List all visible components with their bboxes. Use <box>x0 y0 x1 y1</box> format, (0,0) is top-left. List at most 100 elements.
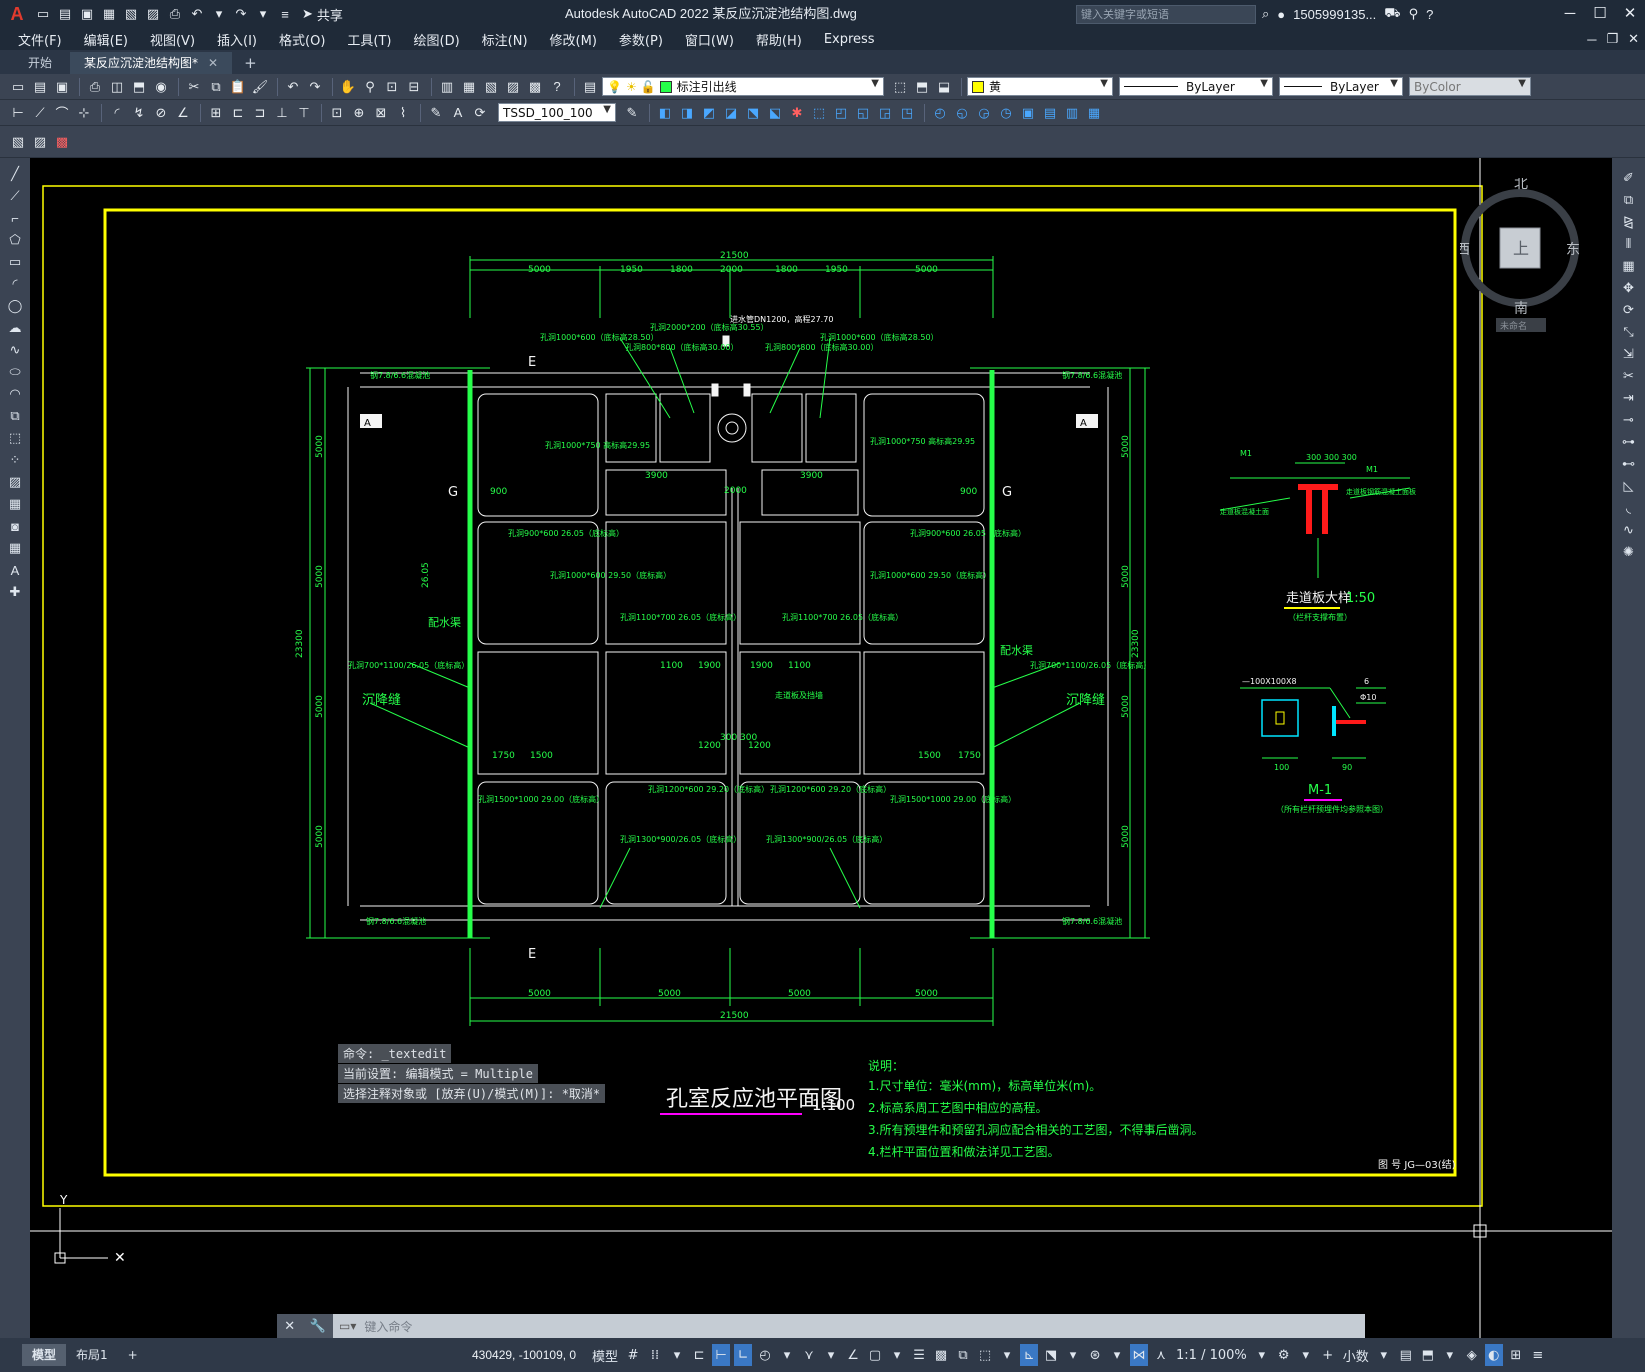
save-icon[interactable]: ▣ <box>52 77 72 97</box>
zoom-previous-icon[interactable]: ⊟ <box>404 77 424 97</box>
ellipse-arc-icon[interactable]: ◠ <box>5 384 25 404</box>
tssd-tool-11-icon[interactable]: ◲ <box>875 103 895 123</box>
doc-minimize-icon[interactable]: ─ <box>1587 32 1596 47</box>
qnew-icon[interactable]: ▭ <box>8 77 28 97</box>
tssd-tool-16-icon[interactable]: ◷ <box>996 103 1016 123</box>
mtext-icon[interactable]: A <box>5 560 25 580</box>
plot-icon[interactable]: ⎙ <box>85 77 105 97</box>
workspace-icon[interactable]: ⚙ <box>1275 1344 1293 1366</box>
erase-icon[interactable]: ✐ <box>1619 168 1639 188</box>
tab-close-icon[interactable]: ✕ <box>208 56 218 70</box>
tssd-tool-1-icon[interactable]: ◧ <box>655 103 675 123</box>
redo-dropdown-icon[interactable]: ▾ <box>254 5 272 23</box>
polar-dropdown-icon[interactable]: ▾ <box>778 1344 796 1366</box>
tssd-tool-9-icon[interactable]: ◰ <box>831 103 851 123</box>
dim-break-icon[interactable]: ⊤ <box>294 103 314 123</box>
join-icon[interactable]: ⊷ <box>1619 454 1639 474</box>
scale-icon[interactable]: ⤡ <box>1619 322 1639 342</box>
plotstyle-dropdown[interactable]: ByColor ▼ <box>1409 77 1531 96</box>
tssd-tool-8-icon[interactable]: ⬚ <box>809 103 829 123</box>
spline-icon[interactable]: ∿ <box>5 340 25 360</box>
autocad-logo-icon[interactable]: A <box>0 0 34 28</box>
polar-icon[interactable]: ◴ <box>756 1344 774 1366</box>
menu-file[interactable]: 文件(F) <box>18 30 62 49</box>
3d-osnap-dropdown-icon[interactable]: ▾ <box>998 1344 1016 1366</box>
annotation-scale-dropdown-icon[interactable]: ▾ <box>1253 1344 1271 1366</box>
layer-state-icon[interactable]: ⬓ <box>934 77 954 97</box>
layer-dropdown[interactable]: 💡 ☀ 🔓 标注引出线 ▼ <box>602 77 884 96</box>
blend-icon[interactable]: ∿ <box>1619 520 1639 540</box>
menu-tools[interactable]: 工具(T) <box>347 30 391 49</box>
ortho-icon[interactable]: ∟ <box>734 1344 753 1366</box>
share-button[interactable]: ➤ 共享 <box>302 5 343 24</box>
viewcube-south[interactable]: 南 <box>1514 301 1528 317</box>
menu-view[interactable]: 视图(V) <box>150 30 195 49</box>
object-snap-icon[interactable]: ▢ <box>866 1344 884 1366</box>
menu-help[interactable]: 帮助(H) <box>756 30 802 49</box>
jogged-dim-icon[interactable]: ↯ <box>129 103 149 123</box>
dimstyle-dropdown[interactable]: TSSD_100_100 ▼ <box>498 103 616 122</box>
jogged-linear-icon[interactable]: ⌇ <box>393 103 413 123</box>
doc-restore-icon[interactable]: ❐ <box>1606 31 1618 47</box>
save-as-icon[interactable]: ▦ <box>100 5 118 23</box>
rectangle-icon[interactable]: ▭ <box>5 252 25 272</box>
design-center-icon[interactable]: ◉ <box>151 77 171 97</box>
block-editor-icon[interactable]: ▧ <box>8 132 28 152</box>
customize-qat-icon[interactable]: ≡ <box>276 5 294 23</box>
isodraft-icon[interactable]: ⋎ <box>800 1344 818 1366</box>
tab-layout1[interactable]: 布局1 <box>66 1344 118 1366</box>
annotation-visibility-icon[interactable]: ⋈ <box>1130 1344 1149 1366</box>
tssd-tool-14-icon[interactable]: ◵ <box>952 103 972 123</box>
gradient-icon[interactable]: ▦ <box>5 494 25 514</box>
layer-tool-icon[interactable]: ▩ <box>52 132 72 152</box>
revision-cloud-icon[interactable]: ☁ <box>5 318 25 338</box>
diameter-dim-icon[interactable]: ⊘ <box>151 103 171 123</box>
tssd-tool-7-icon[interactable]: ✱ <box>787 103 807 123</box>
model-space-button[interactable]: 模型 <box>590 1344 620 1366</box>
viewcube-west[interactable]: 西 <box>1460 242 1470 258</box>
minimize-icon[interactable]: ─ <box>1555 0 1585 28</box>
maximize-icon[interactable]: ☐ <box>1585 0 1615 28</box>
tssd-tool-19-icon[interactable]: ▥ <box>1062 103 1082 123</box>
aligned-dim-icon[interactable]: ⟋ <box>30 103 50 123</box>
dim-edit-icon[interactable]: ✎ <box>426 103 446 123</box>
open-icon[interactable]: ▤ <box>30 77 50 97</box>
grid-icon[interactable]: # <box>624 1344 642 1366</box>
extend-icon[interactable]: ⇥ <box>1619 388 1639 408</box>
tssd-tool-13-icon[interactable]: ◴ <box>930 103 950 123</box>
tolerance-icon[interactable]: ⊡ <box>327 103 347 123</box>
undo-icon[interactable]: ↶ <box>283 77 303 97</box>
layer-previous-icon[interactable]: ⬒ <box>912 77 932 97</box>
menu-dimension[interactable]: 标注(N) <box>482 30 528 49</box>
construction-line-icon[interactable]: ⟋ <box>5 186 25 206</box>
clean-screen-icon[interactable]: ⊞ <box>1507 1344 1525 1366</box>
menu-edit[interactable]: 编辑(E) <box>84 30 128 49</box>
isolate-objects-icon[interactable]: ◈ <box>1463 1344 1481 1366</box>
viewcube-wcs[interactable]: 未命名 <box>1500 320 1527 332</box>
redo-icon[interactable]: ↷ <box>305 77 325 97</box>
viewcube-north[interactable]: 北 <box>1514 178 1528 192</box>
menu-express[interactable]: Express <box>824 32 875 47</box>
baseline-dim-icon[interactable]: ⊏ <box>228 103 248 123</box>
mirror-icon[interactable]: ⧎ <box>1619 212 1639 232</box>
make-current-icon[interactable]: ⬚ <box>890 77 910 97</box>
radius-dim-icon[interactable]: ◜ <box>107 103 127 123</box>
lineweight-toggle-icon[interactable]: ☰ <box>910 1344 928 1366</box>
infer-constraints-icon[interactable]: ⊏ <box>690 1344 708 1366</box>
coordinates-readout[interactable]: 430429, -100109, 0 <box>472 1338 576 1372</box>
help-icon[interactable]: ? <box>547 77 567 97</box>
menu-draw[interactable]: 绘图(D) <box>414 30 460 49</box>
tab-drawing[interactable]: 某反应沉淀池结构图* ✕ <box>70 52 233 74</box>
menu-parametric[interactable]: 参数(P) <box>619 30 663 49</box>
arc-length-icon[interactable]: ⌒ <box>52 103 72 123</box>
3d-osnap-icon[interactable]: ⬚ <box>976 1344 994 1366</box>
lock-ui-dropdown-icon[interactable]: ▾ <box>1441 1344 1459 1366</box>
customization-icon[interactable]: ≡ <box>1529 1344 1547 1366</box>
user-account[interactable]: 1505999135... <box>1293 7 1376 22</box>
angular-dim-icon[interactable]: ∠ <box>173 103 193 123</box>
autodesk-app-icon[interactable]: ⚲ <box>1409 6 1419 22</box>
chamfer-icon[interactable]: ◺ <box>1619 476 1639 496</box>
preview-icon[interactable]: ◫ <box>107 77 127 97</box>
new-file-icon[interactable]: ▭ <box>34 5 52 23</box>
auto-scale-icon[interactable]: ⋏ <box>1152 1344 1170 1366</box>
